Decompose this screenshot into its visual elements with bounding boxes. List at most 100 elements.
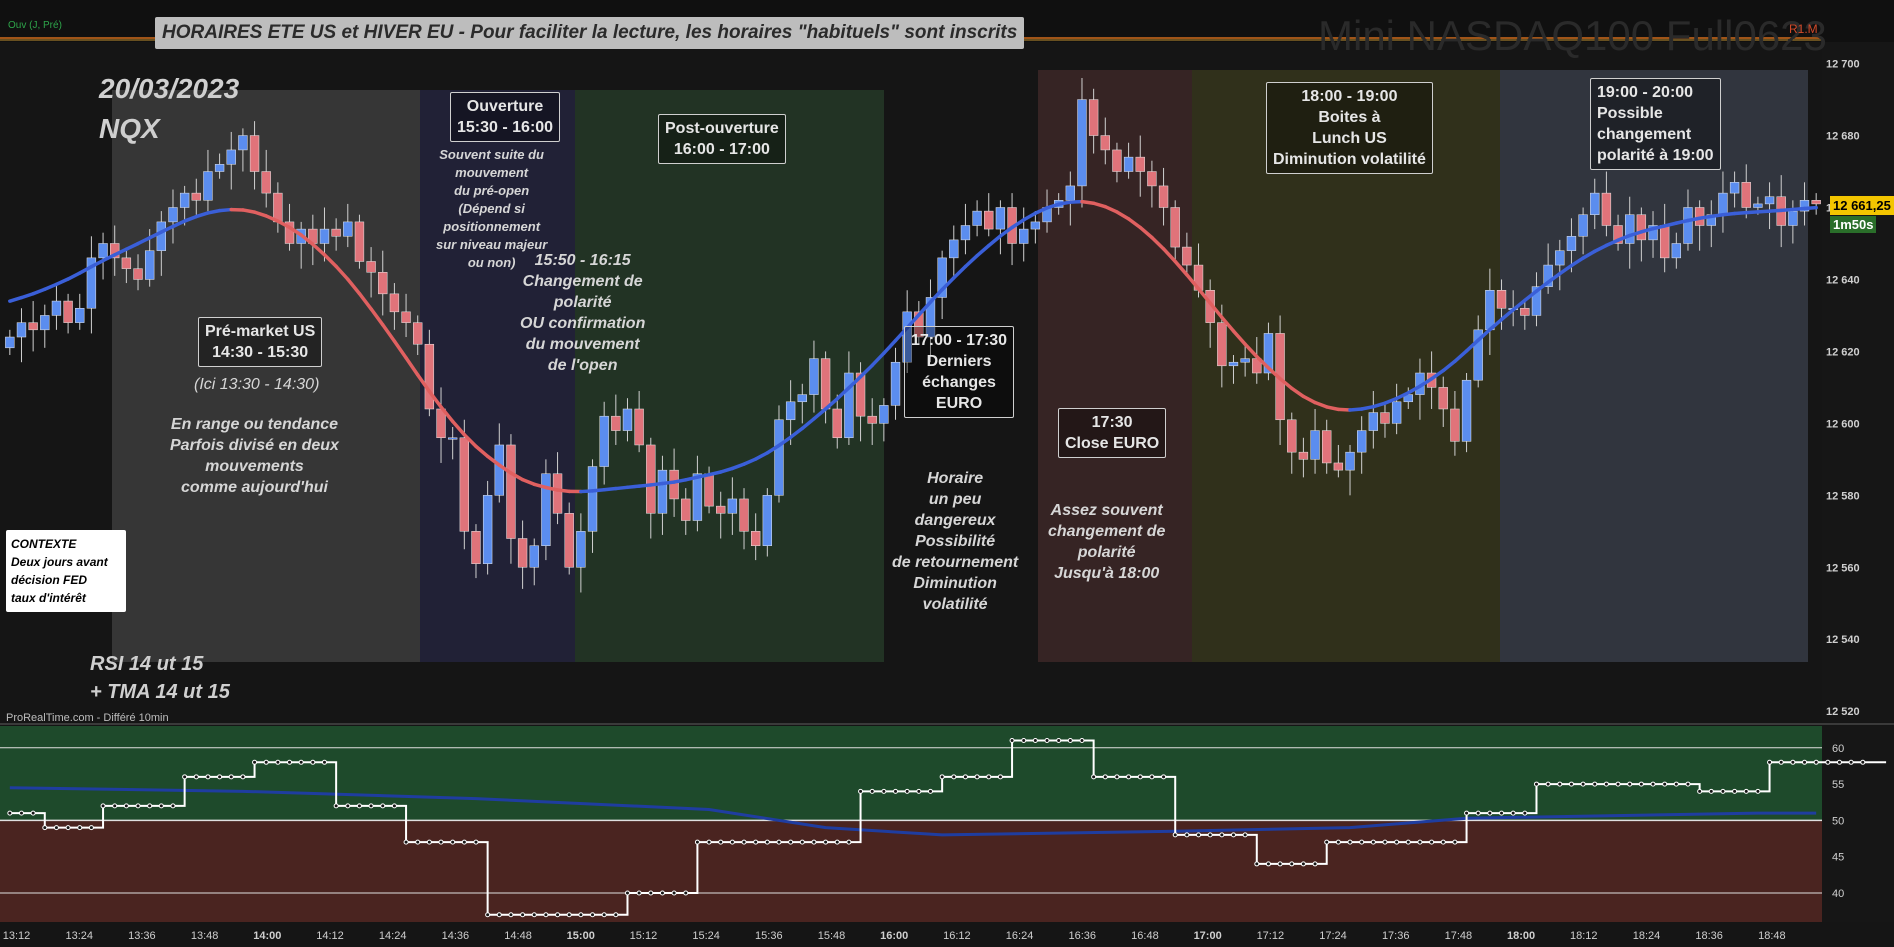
- candle-body: [273, 192, 283, 223]
- candle-body: [1298, 451, 1309, 460]
- rsi-point: [53, 825, 59, 831]
- rsi-point: [566, 912, 572, 918]
- tma-segment: [1756, 209, 1772, 214]
- time-tick-label: 14:12: [316, 930, 344, 942]
- tma-segment: [1744, 210, 1760, 215]
- rsi-point: [1650, 781, 1656, 787]
- time-tick-label: 16:00: [880, 930, 908, 942]
- candle-body: [1345, 451, 1355, 471]
- rsi-point: [205, 774, 211, 780]
- candle-body: [1741, 182, 1751, 208]
- time-tick-label: 17:00: [1194, 930, 1222, 942]
- rsi-point: [298, 759, 304, 765]
- rsi-tick-label: 55: [1832, 779, 1844, 791]
- rsi-point: [1091, 774, 1097, 780]
- tma-segment: [544, 485, 560, 492]
- price-tick-label: 12 600: [1826, 418, 1860, 430]
- candle-body: [482, 495, 493, 564]
- time-tick-label: 13:48: [191, 930, 219, 942]
- tma-segment: [1056, 200, 1073, 206]
- candle-body: [599, 415, 609, 467]
- candle-body: [226, 149, 236, 165]
- candle-body: [319, 228, 330, 244]
- session-comment: En range ou tendance Parfois divisé en d…: [170, 416, 339, 496]
- rsi-point: [1860, 759, 1866, 765]
- candle-body: [879, 405, 889, 424]
- rsi-point: [7, 810, 13, 816]
- time-tick-label: 18:48: [1758, 930, 1786, 942]
- rsi-point: [939, 774, 945, 780]
- candle-body: [774, 419, 784, 496]
- candle-body: [261, 171, 271, 194]
- rsi-point: [1708, 788, 1714, 794]
- rsi-point: [310, 759, 316, 765]
- candle-body: [1764, 196, 1775, 205]
- time-tick-label: 18:00: [1507, 930, 1535, 942]
- rsi-point: [1638, 781, 1644, 787]
- rsi-point: [799, 839, 805, 845]
- candle-body: [1333, 462, 1344, 471]
- rsi-point: [1825, 759, 1831, 765]
- context-note: CONTEXTE Deux jours avant décision FED t…: [6, 530, 126, 612]
- candle-body: [750, 531, 761, 546]
- rsi-point: [473, 839, 479, 845]
- rsi-point: [694, 839, 700, 845]
- candle-body: [890, 361, 901, 406]
- rsi-point: [1627, 781, 1633, 787]
- time-tick-label: 15:48: [818, 930, 846, 942]
- rsi-point: [182, 774, 188, 780]
- candle-body: [1438, 387, 1448, 410]
- candle-body: [1368, 412, 1379, 431]
- rsi-point: [671, 890, 677, 896]
- candle-body: [168, 207, 178, 223]
- rsi-point: [590, 912, 596, 918]
- rsi-point: [1102, 774, 1108, 780]
- candle-body: [98, 243, 108, 259]
- rsi-point: [1254, 861, 1260, 867]
- candle-body: [1450, 408, 1460, 442]
- rsi-point: [1568, 781, 1574, 787]
- candle-body: [1788, 210, 1798, 226]
- rsi-point: [1533, 781, 1539, 787]
- rsi-point: [193, 774, 199, 780]
- rsi-point: [1499, 810, 1505, 816]
- candle-body: [447, 437, 458, 440]
- candle-body: [727, 498, 738, 514]
- tma-segment: [31, 287, 47, 296]
- rsi-point: [252, 759, 258, 765]
- rsi-point: [321, 759, 327, 765]
- session-label-box: 18:00 - 19:00 Boites à Lunch US Diminuti…: [1266, 82, 1433, 174]
- time-tick-label: 14:00: [253, 930, 281, 942]
- rsi-point: [380, 803, 386, 809]
- candle-body: [1590, 192, 1600, 215]
- candle-body: [1578, 214, 1588, 237]
- candle-body: [1671, 243, 1682, 259]
- rsi-point: [1720, 788, 1726, 794]
- tma-segment: [1080, 199, 1096, 205]
- rsi-point: [1370, 839, 1376, 845]
- rsi-point: [729, 839, 735, 845]
- tma-segment: [66, 271, 82, 281]
- tma-segment: [695, 472, 711, 479]
- rsi-point: [1196, 832, 1202, 838]
- candle-body: [1065, 185, 1076, 201]
- rsi-lower-zone: [0, 820, 1822, 922]
- session-comment: 15:50 - 16:15 Changement de polarité OU …: [520, 252, 646, 374]
- rsi-point: [1009, 738, 1015, 744]
- rsi-point: [1056, 738, 1062, 744]
- rsi-point: [77, 825, 83, 831]
- rsi-point: [846, 839, 852, 845]
- rsi-point: [1265, 861, 1271, 867]
- tma-segment: [649, 481, 665, 487]
- time-tick-label: 15:00: [567, 930, 595, 942]
- rsi-point: [893, 788, 899, 794]
- time-tick-label: 17:48: [1445, 930, 1473, 942]
- rsi-point: [1032, 738, 1038, 744]
- rsi-point: [287, 759, 293, 765]
- rsi-point: [1580, 781, 1586, 787]
- time-tick-label: 17:36: [1382, 930, 1410, 942]
- rsi-point: [986, 774, 992, 780]
- rsi-point: [450, 839, 456, 845]
- candle-body: [506, 444, 516, 539]
- rsi-point: [170, 803, 176, 809]
